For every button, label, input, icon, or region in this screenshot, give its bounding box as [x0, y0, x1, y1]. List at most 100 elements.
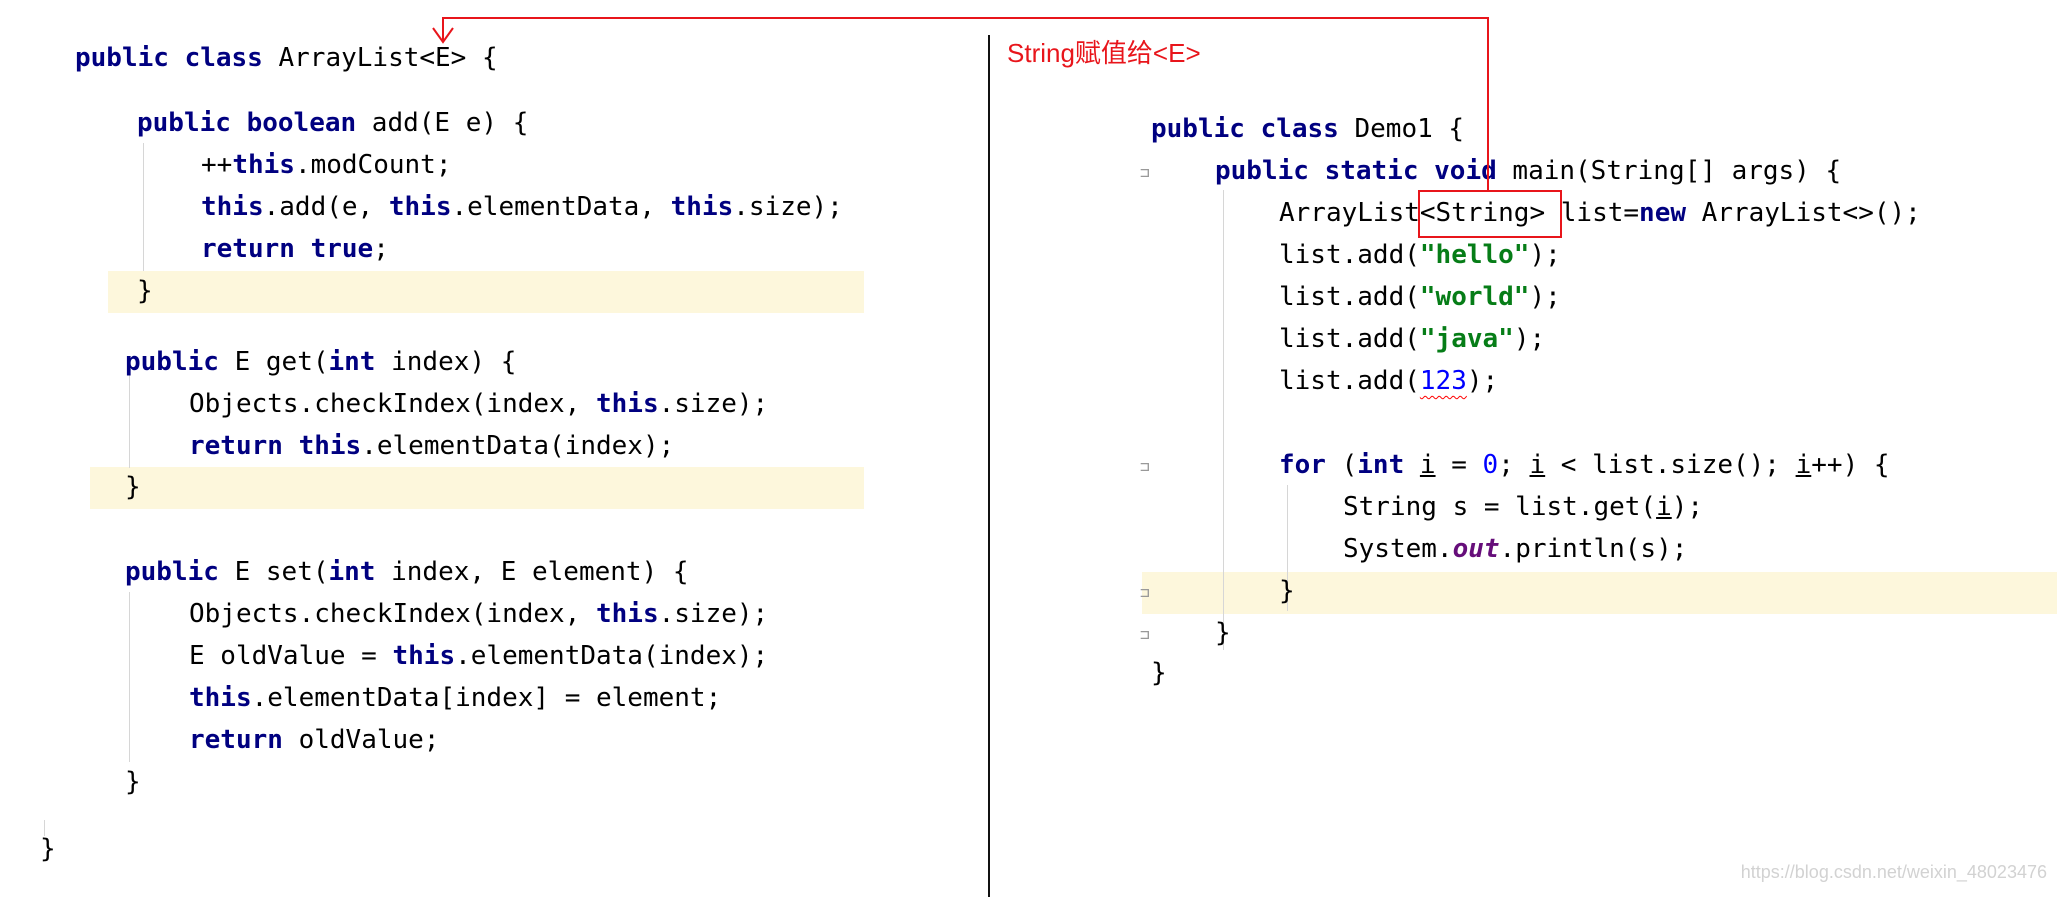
get-close-brace: } [125, 472, 141, 502]
code-text: list.add( [1279, 366, 1420, 396]
code-text: ; [373, 234, 389, 264]
get-string-line: String s = list.get(i); [1343, 491, 1703, 523]
code-text: Objects.checkIndex(index, [189, 389, 596, 419]
add-java: list.add("java"); [1279, 323, 1545, 355]
fold-marker-icon[interactable]: ⊐ [1140, 583, 1150, 602]
code-text: < list.size(); [1545, 450, 1796, 480]
set-line-4: return oldValue; [189, 724, 439, 756]
indent-guide [129, 592, 130, 762]
keyword: this [596, 389, 659, 419]
keyword: int [328, 557, 376, 587]
code-text: oldValue; [282, 725, 440, 755]
code-text: .elementData(index); [455, 641, 769, 671]
code-text: Objects.checkIndex(index, [189, 599, 596, 629]
add-123: list.add(123); [1279, 365, 1498, 397]
fold-marker-icon[interactable]: ⊐ [1140, 625, 1150, 644]
keyword: new [1639, 198, 1687, 228]
code-text: ++) { [1811, 450, 1890, 480]
code-text: .println(s); [1499, 534, 1688, 564]
watermark: https://blog.csdn.net/weixin_48023476 [1740, 862, 2047, 882]
code-text: index, E element) { [375, 557, 689, 587]
loop-variable: i [1656, 492, 1672, 522]
print-line: System.out.println(s); [1343, 533, 1687, 565]
keyword: for [1279, 450, 1326, 480]
set-line-3: this.elementData[index] = element; [189, 682, 721, 714]
keyword: this [392, 641, 456, 671]
get-line-2: return this.elementData(index); [189, 430, 674, 462]
code-text: ArrayList<>(); [1686, 198, 1921, 228]
left-class-close: } [40, 834, 56, 864]
get-close-highlight [90, 467, 864, 509]
keyword: public static void [1215, 156, 1497, 186]
keyword: public [125, 557, 219, 587]
string-literal: "world" [1419, 282, 1530, 312]
code-text: .size); [658, 389, 769, 419]
indent-guide [1223, 190, 1224, 650]
error-number-literal: 123 [1419, 366, 1467, 396]
main-close-brace: } [1215, 618, 1231, 648]
keyword: return [189, 431, 283, 461]
code-text: .modCount; [294, 150, 452, 180]
code-text: ; [1498, 450, 1530, 480]
panel-divider [988, 35, 990, 897]
keyword: this [201, 192, 264, 222]
method-signature: add(E e) { [356, 108, 529, 138]
code-text: list.add( [1279, 240, 1420, 270]
add-close-highlight [108, 271, 864, 313]
string-literal: "hello" [1419, 240, 1530, 270]
code-text: ArrayList [1279, 198, 1420, 228]
code-text: .size); [658, 599, 769, 629]
for-close-brace: } [1279, 576, 1295, 606]
keyword: int [1357, 450, 1405, 480]
code-text: list.add( [1279, 324, 1420, 354]
code-text: .elementData[index] = element; [251, 683, 722, 713]
set-close-brace: } [125, 767, 141, 797]
right-class-decl: public class Demo1 { [1151, 113, 1464, 145]
indent-guide [129, 372, 130, 468]
keyword: boolean [246, 108, 357, 138]
add-line-1: ++this.modCount; [201, 149, 451, 181]
keyword: this [596, 599, 659, 629]
code-text: E set( [218, 557, 329, 587]
keyword: this [298, 431, 362, 461]
number-literal: 0 [1482, 450, 1499, 480]
keyword: this [232, 150, 295, 180]
get-line-1: Objects.checkIndex(index, this.size); [189, 388, 768, 420]
code-text: .elementData(index); [361, 431, 675, 461]
add-hello: list.add("hello"); [1279, 239, 1561, 271]
code-text: String s = list.get( [1343, 492, 1657, 522]
keyword: public [137, 108, 231, 138]
fold-marker-icon[interactable]: ⊐ [1140, 457, 1150, 476]
code-text: ); [1529, 240, 1561, 270]
code-text: ); [1671, 492, 1704, 522]
code-text: ); [1529, 282, 1561, 312]
code-text: System. [1343, 534, 1453, 564]
keyword: this [189, 683, 252, 713]
code-text: ++ [201, 150, 233, 180]
class-name: ArrayList<E> { [262, 43, 498, 73]
code-text: list.add( [1279, 282, 1420, 312]
code-text: E get( [218, 347, 329, 377]
loop-variable: i [1795, 450, 1812, 480]
right-class-close: } [1151, 658, 1167, 688]
code-text: .size); [733, 192, 843, 222]
keyword: this [388, 192, 452, 222]
indent-guide [143, 143, 144, 271]
left-class-decl: public class ArrayList<E> { [75, 42, 498, 74]
keyword: return [189, 725, 283, 755]
main-signature: public static void main(String[] args) { [1215, 155, 1841, 187]
code-text: index) { [375, 347, 517, 377]
add-close-brace: } [137, 276, 153, 306]
for-loop: for (int i = 0; i < list.size(); i++) { [1279, 449, 1890, 481]
add-line-3: return true; [201, 233, 389, 265]
list-declaration: ArrayList<String> list=new ArrayList<>()… [1279, 197, 1921, 229]
loop-variable: i [1419, 450, 1436, 480]
string-literal: "java" [1419, 324, 1514, 354]
code-text: ( [1325, 450, 1358, 480]
annotation-label: String赋值给<E> [1007, 38, 1201, 68]
keyword: this [670, 192, 734, 222]
keyword: true [310, 234, 374, 264]
fold-marker-icon[interactable]: ⊐ [1140, 163, 1150, 182]
highlight-box [1418, 190, 1562, 238]
